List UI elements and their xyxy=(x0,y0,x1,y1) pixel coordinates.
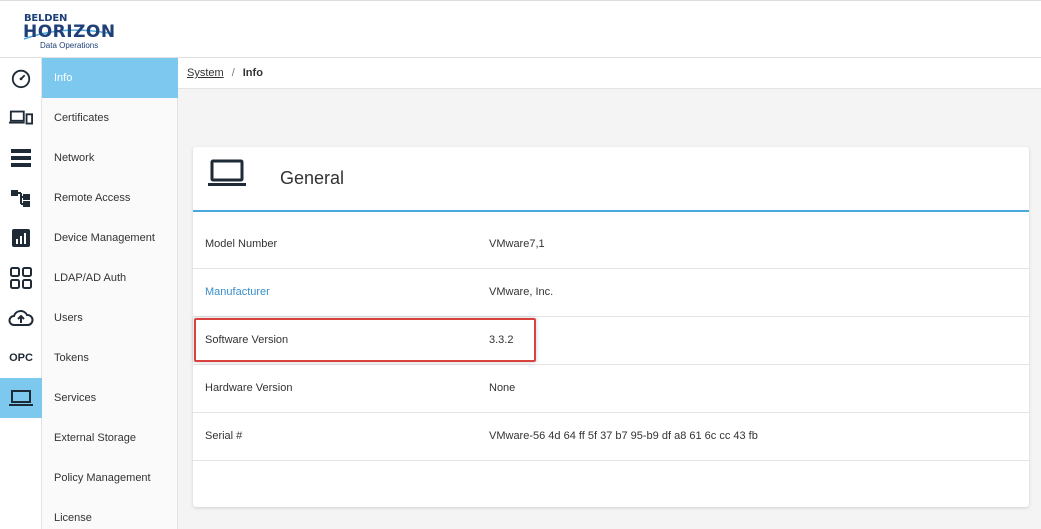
laptop-icon xyxy=(9,390,33,406)
subnav-item-network[interactable]: Network xyxy=(42,138,178,178)
topology-icon xyxy=(11,190,30,207)
dashboard-gauge-icon xyxy=(11,69,31,89)
breadcrumb: System / Info xyxy=(178,58,1041,89)
rail-topology[interactable] xyxy=(0,178,42,218)
rail-apps[interactable] xyxy=(0,258,42,298)
system-subnav: Info Certificates Network Remote Access … xyxy=(42,58,178,529)
rail-devices[interactable] xyxy=(0,98,42,138)
row-value: VMware, Inc. xyxy=(489,286,554,298)
row-label: Model Number xyxy=(205,238,278,250)
info-row-serial: Serial # VMware-56 4d 64 ff 5f 37 b7 95-… xyxy=(193,413,1029,461)
info-row-manufacturer: Manufacturer VMware, Inc. xyxy=(193,269,1029,317)
subnav-item-services[interactable]: Services xyxy=(42,378,178,418)
top-header: BELDEN HORIZON Data Operations xyxy=(0,0,1041,58)
row-label: Serial # xyxy=(205,430,243,442)
row-label: Hardware Version xyxy=(205,382,293,394)
subnav-item-remote-access[interactable]: Remote Access xyxy=(42,178,178,218)
breadcrumb-current: Info xyxy=(242,67,263,79)
rail-opc[interactable]: OPC xyxy=(0,338,42,378)
card-header: General xyxy=(193,147,1029,212)
logo-product: HORIZON xyxy=(23,22,116,42)
rail-reports[interactable] xyxy=(0,218,42,258)
info-row-hardware-version: Hardware Version None xyxy=(193,365,1029,413)
rail-system[interactable] xyxy=(0,378,42,418)
breadcrumb-separator: / xyxy=(231,67,235,79)
subnav-item-external-storage[interactable]: External Storage xyxy=(42,418,178,458)
subnav-item-certificates[interactable]: Certificates xyxy=(42,98,178,138)
rail-dashboard[interactable] xyxy=(0,58,42,98)
manufacturer-link[interactable]: Manufacturer xyxy=(205,269,270,316)
subnav-item-info[interactable]: Info xyxy=(42,58,178,98)
opc-text-icon: OPC xyxy=(9,352,33,364)
devices-icon xyxy=(9,110,33,125)
subnav-item-ldap-ad-auth[interactable]: LDAP/AD Auth xyxy=(42,258,178,298)
row-value: None xyxy=(489,382,516,394)
server-list-icon xyxy=(11,149,31,167)
breadcrumb-system-link[interactable]: System xyxy=(187,67,224,79)
icon-rail: OPC xyxy=(0,58,42,529)
logo-tagline: Data Operations xyxy=(40,41,99,50)
subnav-item-tokens[interactable]: Tokens xyxy=(42,338,178,378)
info-row-model-number: Model Number VMware7,1 xyxy=(193,221,1029,269)
rail-cloud[interactable] xyxy=(0,298,42,338)
subnav-item-device-management[interactable]: Device Management xyxy=(42,218,178,258)
belden-horizon-logo[interactable]: BELDEN HORIZON Data Operations xyxy=(22,11,122,51)
subnav-item-policy-management[interactable]: Policy Management xyxy=(42,458,178,498)
reports-chart-icon xyxy=(12,229,30,247)
cloud-upload-icon xyxy=(8,310,34,326)
software-version-highlight xyxy=(194,318,536,362)
rail-servers[interactable] xyxy=(0,138,42,178)
card-title: General xyxy=(280,168,345,188)
app-window: BELDEN HORIZON Data Operations OPC Info … xyxy=(0,0,1041,529)
subnav-item-license[interactable]: License xyxy=(42,498,178,529)
main-content: System / Info General Model Number VMwar… xyxy=(178,58,1041,529)
laptop-icon xyxy=(208,159,246,186)
apps-grid-icon xyxy=(10,267,32,289)
subnav-item-users[interactable]: Users xyxy=(42,298,178,338)
row-value: VMware-56 4d 64 ff 5f 37 b7 95-b9 df a8 … xyxy=(489,430,758,442)
row-value: VMware7,1 xyxy=(489,238,545,250)
